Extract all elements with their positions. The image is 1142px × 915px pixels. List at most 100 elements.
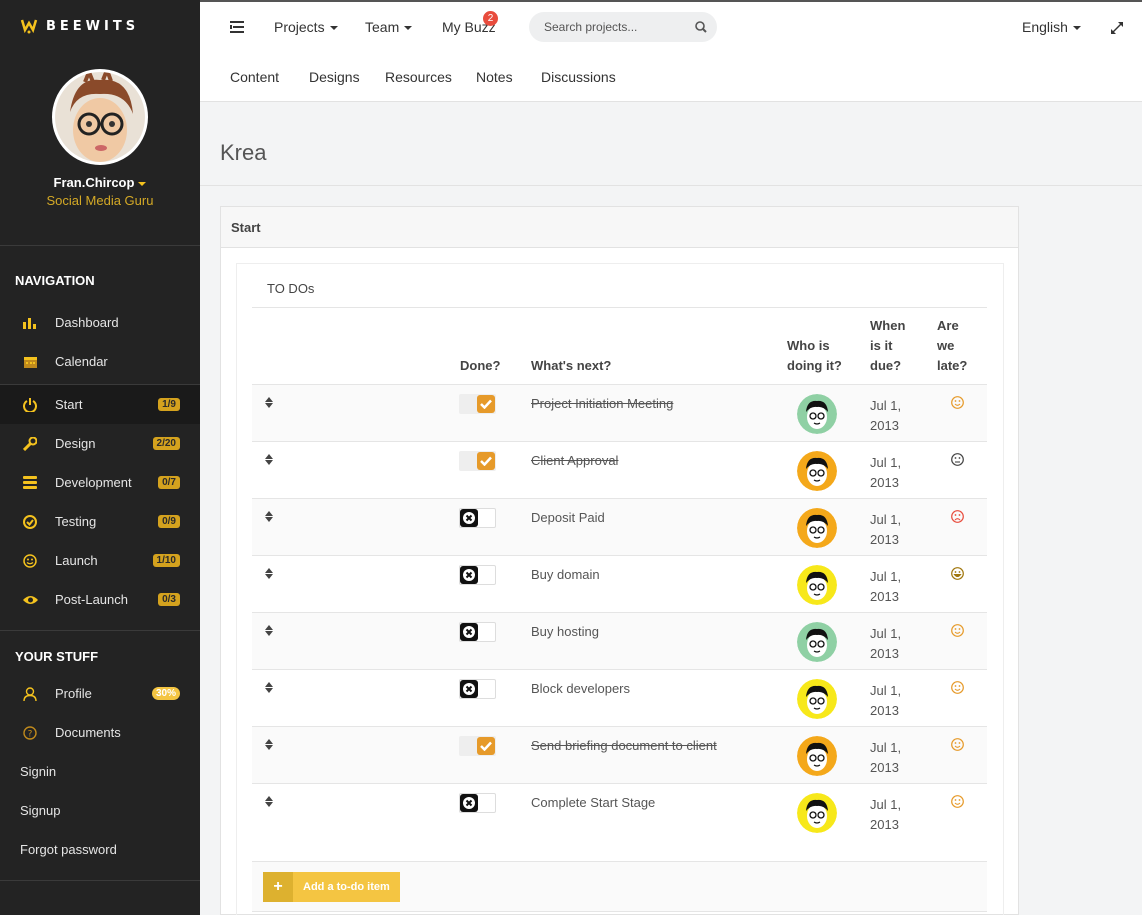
sidebar-item-calendar[interactable]: Calendar xyxy=(0,342,200,381)
progress-badge: 1/9 xyxy=(158,398,180,411)
todo-list: TO DOs Done? What's next? Who is doing it… xyxy=(236,263,1004,915)
done-toggle[interactable] xyxy=(459,622,496,642)
check-icon xyxy=(477,737,495,755)
search-icon[interactable] xyxy=(695,21,707,36)
progress-badge: 0/9 xyxy=(158,515,180,528)
header-done: Done? xyxy=(460,358,501,373)
progress-badge: 30% xyxy=(151,687,180,700)
sidebar-item-design[interactable]: Design 2/20 xyxy=(0,424,200,463)
assignee-avatar[interactable] xyxy=(797,508,837,548)
check-circle-icon xyxy=(22,514,38,530)
user-name: Fran.Chircop xyxy=(53,175,135,190)
drag-handle-icon[interactable] xyxy=(265,454,273,466)
task-name[interactable]: Client Approval xyxy=(531,453,618,468)
sidebar-item-label: Testing xyxy=(55,514,97,529)
task-name[interactable]: Send briefing document to client xyxy=(531,738,717,753)
brand-name: BEEWITS xyxy=(46,18,140,34)
sidebar-item-label: Post-Launch xyxy=(55,592,128,607)
done-toggle[interactable] xyxy=(459,736,496,756)
sidebar-item-launch[interactable]: Launch 1/10 xyxy=(0,541,200,580)
assignee-avatar[interactable] xyxy=(797,565,837,605)
sidebar-item-label: Documents xyxy=(55,725,121,740)
caret-down-icon xyxy=(404,26,413,31)
page-title: Krea xyxy=(220,140,267,165)
logo[interactable]: BEEWITS xyxy=(0,0,200,52)
bee-logo-icon xyxy=(20,18,38,34)
add-todo-button[interactable]: + Add a to-do item xyxy=(263,872,400,902)
done-toggle[interactable] xyxy=(459,565,496,585)
sidebar-item-label: Design xyxy=(55,436,96,451)
assignee-avatar[interactable] xyxy=(797,793,837,833)
drag-handle-icon[interactable] xyxy=(265,397,273,409)
sidebar-item-profile[interactable]: Profile 30% xyxy=(0,674,200,713)
due-date: Jul 1, 2013 xyxy=(870,569,902,604)
user-menu[interactable]: Fran.Chircop xyxy=(0,175,200,190)
sidebar-item-testing[interactable]: Testing 0/9 xyxy=(0,502,200,541)
menu-toggle-icon[interactable] xyxy=(230,20,244,36)
drag-handle-icon[interactable] xyxy=(265,739,273,751)
power-icon xyxy=(22,397,38,413)
sidebar-item-forgot-password[interactable]: Forgot password xyxy=(0,830,200,869)
sidebar-item-start[interactable]: Start 1/9 xyxy=(0,385,200,424)
table-row: Block developers Jul 1, 2013 xyxy=(252,669,987,726)
mood-happy-icon xyxy=(951,396,964,409)
assignee-avatar[interactable] xyxy=(797,622,837,662)
drag-handle-icon[interactable] xyxy=(265,796,273,808)
drag-handle-icon[interactable] xyxy=(265,625,273,637)
progress-badge: 2/20 xyxy=(152,437,180,450)
close-icon xyxy=(460,566,478,584)
add-todo-row: + Add a to-do item xyxy=(252,861,987,912)
your-stuff-heading: YOUR STUFF xyxy=(15,648,99,664)
sidebar-item-development[interactable]: Development 0/7 xyxy=(0,463,200,502)
assignee-avatar[interactable] xyxy=(797,394,837,434)
tab-discussions[interactable]: Discussions xyxy=(541,69,616,85)
language-dropdown[interactable]: English xyxy=(1022,19,1081,35)
top-bar: Projects Team My Buzz 2 English Content … xyxy=(200,0,1142,102)
team-dropdown[interactable]: Team xyxy=(365,19,413,35)
sidebar-item-dashboard[interactable]: Dashboard xyxy=(0,303,200,342)
drag-handle-icon[interactable] xyxy=(265,682,273,694)
sidebar-item-label: Development xyxy=(55,475,132,490)
table-row: Buy hosting Jul 1, 2013 xyxy=(252,612,987,669)
task-name[interactable]: Buy hosting xyxy=(531,624,599,639)
done-toggle[interactable] xyxy=(459,508,496,528)
search-input[interactable] xyxy=(529,12,679,42)
due-date: Jul 1, 2013 xyxy=(870,398,902,433)
done-toggle[interactable] xyxy=(459,679,496,699)
task-name[interactable]: Block developers xyxy=(531,681,630,696)
mood-happy-icon xyxy=(951,795,964,808)
caret-down-icon xyxy=(329,26,338,31)
done-toggle[interactable] xyxy=(459,394,496,414)
tab-notes[interactable]: Notes xyxy=(476,69,513,85)
header-whats-next: What's next? xyxy=(531,358,612,373)
table-row: Client Approval Jul 1, 2013 xyxy=(252,441,987,498)
progress-badge: 0/7 xyxy=(158,476,180,489)
wrench-icon xyxy=(22,436,38,452)
sidebar-item-documents[interactable]: ? Documents xyxy=(0,713,200,752)
task-name[interactable]: Project Initiation Meeting xyxy=(531,396,673,411)
tab-designs[interactable]: Designs xyxy=(309,69,360,85)
sidebar-item-post-launch[interactable]: Post-Launch 0/3 xyxy=(0,580,200,619)
projects-dropdown[interactable]: Projects xyxy=(274,19,338,35)
avatar[interactable] xyxy=(52,69,148,165)
assignee-avatar[interactable] xyxy=(797,736,837,776)
top-nav: Projects Team My Buzz 2 English xyxy=(200,2,1142,54)
assignee-avatar[interactable] xyxy=(797,679,837,719)
task-name[interactable]: Buy domain xyxy=(531,567,600,582)
drag-handle-icon[interactable] xyxy=(265,568,273,580)
sidebar-item-signup[interactable]: Signup xyxy=(0,791,200,830)
server-icon xyxy=(22,475,38,491)
tab-content[interactable]: Content xyxy=(230,69,279,85)
search-bar xyxy=(529,12,717,42)
assignee-avatar[interactable] xyxy=(797,451,837,491)
task-name[interactable]: Deposit Paid xyxy=(531,510,605,525)
fullscreen-icon[interactable] xyxy=(1111,21,1123,37)
tab-resources[interactable]: Resources xyxy=(385,69,452,85)
due-date: Jul 1, 2013 xyxy=(870,455,902,490)
sidebar: BEEWITS Fran.Chircop Social Media Guru N… xyxy=(0,0,200,915)
done-toggle[interactable] xyxy=(459,793,496,813)
sidebar-item-signin[interactable]: Signin xyxy=(0,752,200,791)
done-toggle[interactable] xyxy=(459,451,496,471)
task-name[interactable]: Complete Start Stage xyxy=(531,795,655,810)
drag-handle-icon[interactable] xyxy=(265,511,273,523)
